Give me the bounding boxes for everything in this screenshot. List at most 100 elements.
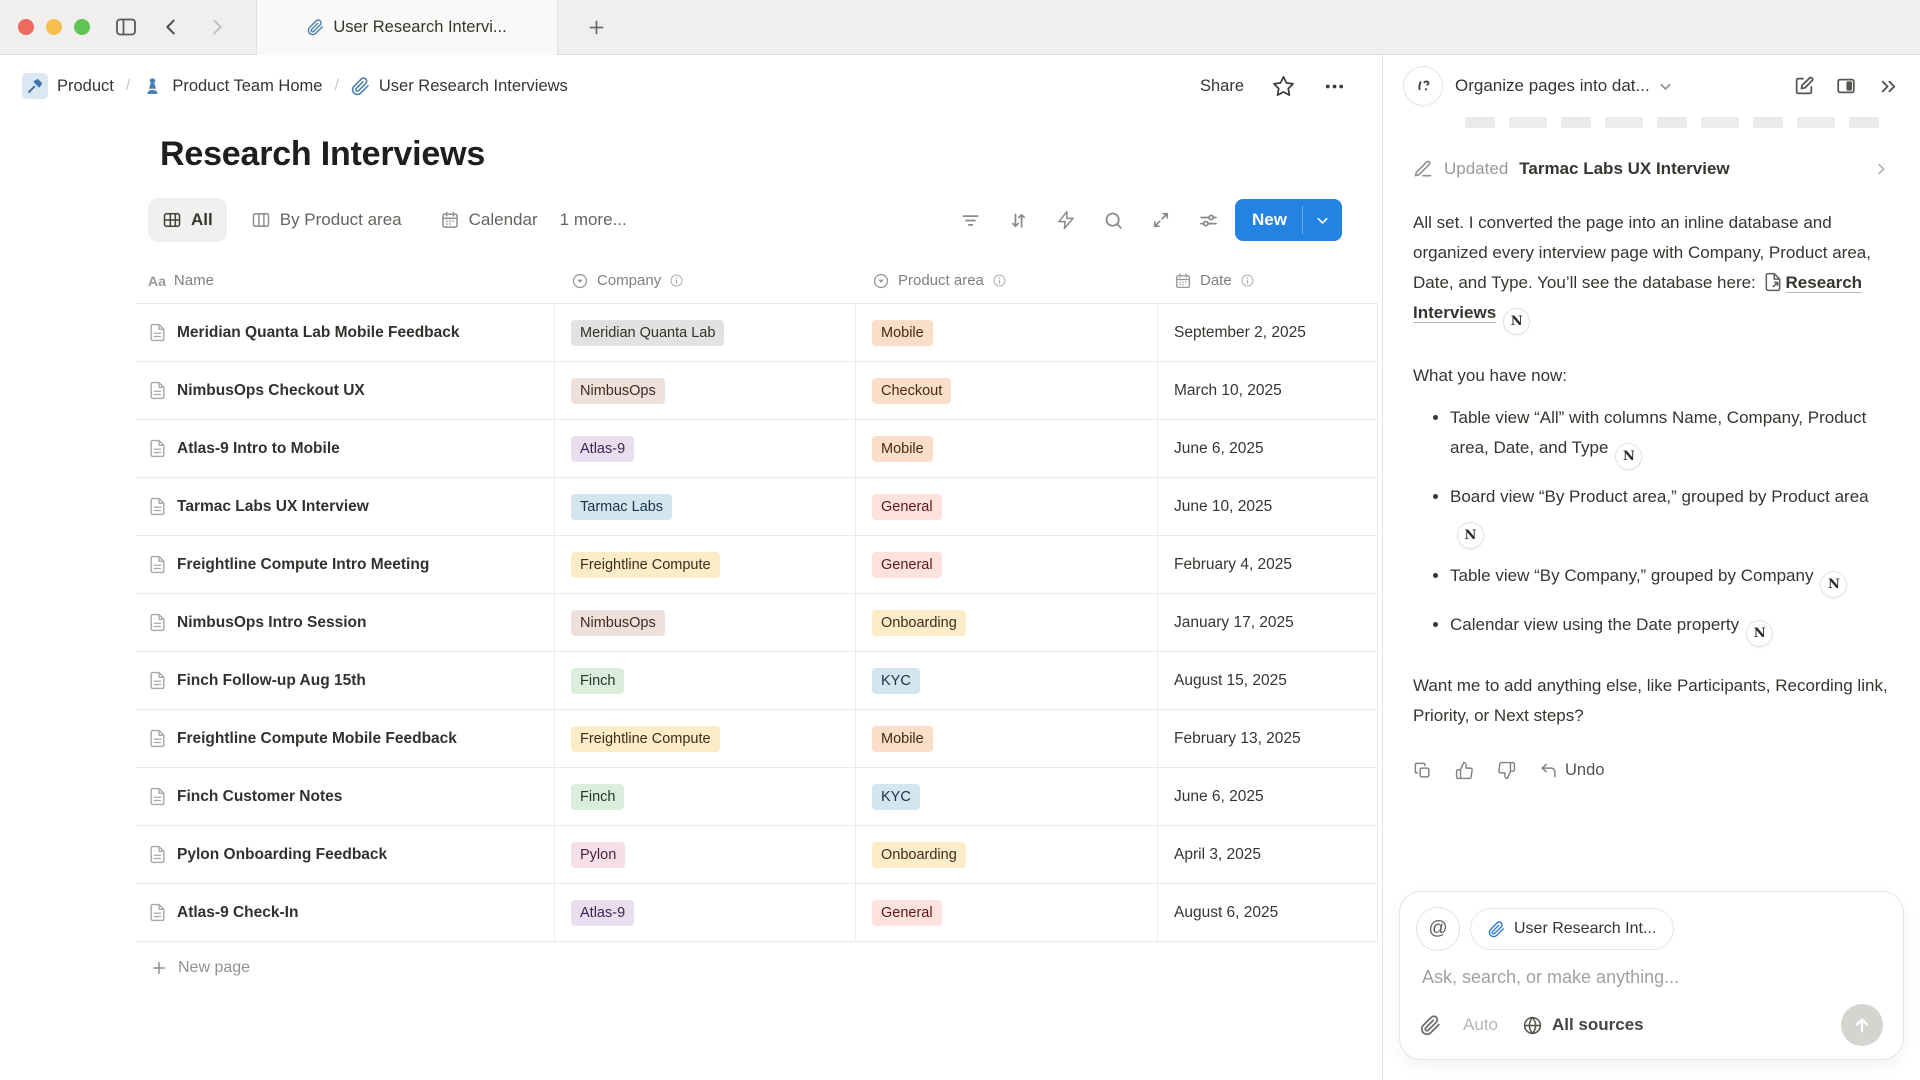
breadcrumb-item-product[interactable]: Product [22, 73, 114, 99]
row-name[interactable]: Atlas-9 Check-In [177, 904, 298, 922]
automation-lightning-icon[interactable] [1056, 210, 1076, 230]
company-tag[interactable]: Finch [571, 668, 624, 694]
column-header-name[interactable]: Aa Name [136, 258, 554, 303]
new-button[interactable]: New [1235, 199, 1342, 241]
row-name[interactable]: Atlas-9 Intro to Mobile [177, 440, 340, 458]
table-row[interactable]: Atlas-9 Intro to Mobile Atlas-9 Mobile J… [136, 420, 1378, 478]
back-icon[interactable] [160, 16, 182, 38]
close-window-button[interactable] [18, 19, 34, 35]
notion-page-chip[interactable]: N [1820, 571, 1847, 598]
new-tab-button[interactable] [586, 17, 607, 38]
column-header-product-area[interactable]: Product area [855, 258, 1157, 303]
updated-page-card[interactable]: Updated Tarmac Labs UX Interview [1413, 154, 1890, 184]
notion-page-chip[interactable]: N [1615, 443, 1642, 470]
column-header-company[interactable]: Company [554, 258, 855, 303]
product-area-tag[interactable]: Onboarding [872, 610, 966, 636]
copy-icon[interactable] [1413, 761, 1432, 780]
table-row[interactable]: Atlas-9 Check-In Atlas-9 General August … [136, 884, 1378, 942]
row-date[interactable]: June 6, 2025 [1174, 440, 1264, 458]
zoom-window-button[interactable] [74, 19, 90, 35]
notion-page-chip[interactable]: N [1503, 308, 1530, 335]
table-row[interactable]: Meridian Quanta Lab Mobile Feedback Meri… [136, 304, 1378, 362]
product-area-tag[interactable]: KYC [872, 784, 920, 810]
mode-selector[interactable]: Auto [1463, 1015, 1498, 1035]
table-row[interactable]: Finch Customer Notes Finch KYC June 6, 2… [136, 768, 1378, 826]
table-row[interactable]: Pylon Onboarding Feedback Pylon Onboardi… [136, 826, 1378, 884]
thumbs-up-icon[interactable] [1455, 761, 1474, 780]
forward-icon[interactable] [206, 16, 228, 38]
thumbs-down-icon[interactable] [1497, 761, 1516, 780]
product-area-tag[interactable]: Mobile [872, 436, 933, 462]
product-area-tag[interactable]: KYC [872, 668, 920, 694]
table-row[interactable]: Tarmac Labs UX Interview Tarmac Labs Gen… [136, 478, 1378, 536]
info-icon[interactable] [669, 273, 684, 288]
row-name[interactable]: Freightline Compute Mobile Feedback [177, 730, 457, 748]
row-name[interactable]: Freightline Compute Intro Meeting [177, 556, 429, 574]
product-area-tag[interactable]: Mobile [872, 726, 933, 752]
table-row[interactable]: Freightline Compute Mobile Feedback Frei… [136, 710, 1378, 768]
product-area-tag[interactable]: General [872, 552, 942, 578]
company-tag[interactable]: Meridian Quanta Lab [571, 320, 724, 346]
row-date[interactable]: February 13, 2025 [1174, 730, 1301, 748]
company-tag[interactable]: Tarmac Labs [571, 494, 672, 520]
column-header-date[interactable]: Date [1157, 258, 1378, 303]
sort-icon[interactable] [1008, 210, 1029, 231]
table-row[interactable]: Freightline Compute Intro Meeting Freigh… [136, 536, 1378, 594]
view-tab-all[interactable]: All [148, 198, 227, 242]
new-page-button[interactable]: New page [136, 942, 1378, 994]
product-area-tag[interactable]: Onboarding [872, 842, 966, 868]
ai-prompt-input[interactable] [1422, 967, 1893, 988]
row-date[interactable]: June 6, 2025 [1174, 788, 1264, 806]
mention-button[interactable]: @ [1416, 907, 1460, 951]
sources-selector[interactable]: All sources [1522, 1015, 1644, 1036]
collapse-panel-chevrons-icon[interactable] [1877, 75, 1900, 98]
table-row[interactable]: Finch Follow-up Aug 15th Finch KYC Augus… [136, 652, 1378, 710]
row-date[interactable]: August 15, 2025 [1174, 672, 1287, 690]
undo-button[interactable]: Undo [1539, 755, 1604, 785]
row-name[interactable]: NimbusOps Intro Session [177, 614, 366, 632]
view-tab-calendar[interactable]: Calendar [426, 198, 552, 242]
row-date[interactable]: April 3, 2025 [1174, 846, 1261, 864]
company-tag[interactable]: Atlas-9 [571, 900, 634, 926]
product-area-tag[interactable]: Checkout [872, 378, 951, 404]
search-icon[interactable] [1103, 210, 1124, 231]
company-tag[interactable]: NimbusOps [571, 378, 665, 404]
row-name[interactable]: NimbusOps Checkout UX [177, 382, 365, 400]
send-button[interactable] [1841, 1004, 1883, 1046]
row-date[interactable]: June 10, 2025 [1174, 498, 1272, 516]
view-settings-icon[interactable] [1198, 210, 1219, 231]
notion-page-chip[interactable]: N [1457, 522, 1484, 549]
row-date[interactable]: September 2, 2025 [1174, 324, 1306, 342]
context-page-chip[interactable]: User Research Int... [1470, 908, 1674, 950]
company-tag[interactable]: Finch [571, 784, 624, 810]
favorite-star-icon[interactable] [1272, 75, 1295, 98]
filter-icon[interactable] [960, 210, 981, 231]
info-icon[interactable] [992, 273, 1007, 288]
browser-tab[interactable]: User Research Intervi... [256, 0, 558, 55]
view-tab-by-product-area[interactable]: By Product area [237, 198, 416, 242]
row-name[interactable]: Finch Customer Notes [177, 788, 342, 806]
row-name[interactable]: Tarmac Labs UX Interview [177, 498, 369, 516]
company-tag[interactable]: Pylon [571, 842, 625, 868]
product-area-tag[interactable]: Mobile [872, 320, 933, 346]
product-area-tag[interactable]: General [872, 494, 942, 520]
table-row[interactable]: NimbusOps Checkout UX NimbusOps Checkout… [136, 362, 1378, 420]
row-date[interactable]: March 10, 2025 [1174, 382, 1282, 400]
product-area-tag[interactable]: General [872, 900, 942, 926]
more-views-button[interactable]: 1 more... [552, 210, 635, 230]
company-tag[interactable]: Freightline Compute [571, 726, 720, 752]
row-name[interactable]: Finch Follow-up Aug 15th [177, 672, 366, 690]
attach-paperclip-icon[interactable] [1420, 1015, 1441, 1036]
table-row[interactable]: NimbusOps Intro Session NimbusOps Onboar… [136, 594, 1378, 652]
info-icon[interactable] [1240, 273, 1255, 288]
ai-thread-title[interactable]: Organize pages into dat... [1455, 76, 1650, 96]
company-tag[interactable]: Freightline Compute [571, 552, 720, 578]
minimize-window-button[interactable] [46, 19, 62, 35]
new-button-label[interactable]: New [1235, 199, 1302, 241]
chevron-down-icon[interactable] [1657, 78, 1674, 95]
breadcrumb-item-product-team-home[interactable]: Product Team Home [142, 76, 322, 97]
company-tag[interactable]: NimbusOps [571, 610, 665, 636]
expand-icon[interactable] [1151, 210, 1171, 230]
breadcrumb-item-user-research-interviews[interactable]: User Research Interviews [351, 77, 568, 96]
row-name[interactable]: Meridian Quanta Lab Mobile Feedback [177, 324, 460, 342]
